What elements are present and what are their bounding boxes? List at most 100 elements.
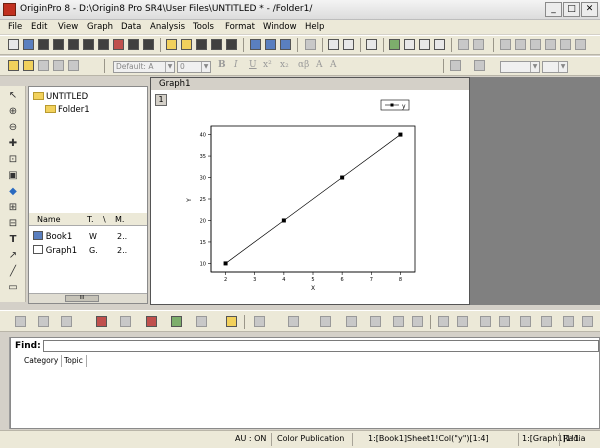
tree-root-folder[interactable]: UNTITLED <box>33 92 88 102</box>
code-builder-icon[interactable] <box>434 39 445 50</box>
line-color-icon[interactable] <box>474 60 485 71</box>
line-plot-icon[interactable] <box>15 316 26 327</box>
menu-format[interactable]: Format <box>225 22 255 32</box>
greek-button[interactable]: αβ <box>298 60 309 70</box>
legend[interactable]: y <box>380 99 410 111</box>
new-excel-icon[interactable] <box>38 39 49 50</box>
draw-data-icon[interactable]: ◆ <box>7 186 19 198</box>
increase-font-button[interactable]: A <box>316 60 323 70</box>
chart-canvas[interactable]: 2 3 4 5 6 7 8 10 15 20 25 30 35 40 X Y y <box>151 90 469 304</box>
group-icon[interactable] <box>68 60 79 71</box>
merge-icon[interactable] <box>288 316 299 327</box>
new-graph-icon[interactable] <box>53 39 64 50</box>
align-left-icon[interactable] <box>438 316 449 327</box>
tree-child-folder[interactable]: Folder1 <box>45 105 90 115</box>
layer-mgmt-icon[interactable] <box>320 316 331 327</box>
project-explorer-icon[interactable] <box>389 39 400 50</box>
menu-view[interactable]: View <box>58 22 78 32</box>
arrow-tool-icon[interactable]: ↗ <box>7 250 19 262</box>
3d-plot-icon[interactable] <box>196 316 207 327</box>
list-item[interactable]: Graph1 <box>33 245 77 256</box>
new-notes-icon[interactable] <box>113 39 124 50</box>
new-workbook-icon[interactable] <box>23 39 34 50</box>
fill-color-icon[interactable] <box>450 60 461 71</box>
duplicate-icon[interactable] <box>343 39 354 50</box>
align-right-icon[interactable] <box>457 316 468 327</box>
save-template-icon[interactable] <box>226 39 237 50</box>
region-mask-icon[interactable]: ⊟ <box>7 218 19 230</box>
pencil-icon[interactable] <box>8 60 19 71</box>
bold-button[interactable]: B <box>218 60 226 70</box>
save-window-icon[interactable] <box>211 39 222 50</box>
minimize-button[interactable]: _ <box>545 2 562 17</box>
extract-icon[interactable] <box>393 316 404 327</box>
column-plot-icon[interactable] <box>96 316 107 327</box>
align-vcenter-icon[interactable] <box>520 316 531 327</box>
menu-data[interactable]: Data <box>121 22 141 32</box>
save-project-icon[interactable] <box>196 39 207 50</box>
superscript-button[interactable]: x² <box>263 60 272 70</box>
new-layout-icon[interactable] <box>98 39 109 50</box>
uniform-width-icon[interactable] <box>563 316 574 327</box>
rescale-icon[interactable] <box>545 39 556 50</box>
font-name-select[interactable]: Default: A ▼ <box>113 61 175 73</box>
multi-panel-icon[interactable] <box>120 316 131 327</box>
notes-window-icon[interactable] <box>473 39 484 50</box>
horizontal-scrollbar[interactable]: III <box>29 293 147 303</box>
menu-file[interactable]: File <box>8 22 22 32</box>
column-header-view[interactable]: \ <box>103 215 106 224</box>
series-line[interactable] <box>225 134 401 264</box>
import-multiple-icon[interactable] <box>265 39 276 50</box>
new-legend-icon[interactable] <box>560 39 571 50</box>
open-template-icon[interactable] <box>181 39 192 50</box>
whole-page-icon[interactable] <box>530 39 541 50</box>
scroll-thumb[interactable]: III <box>65 295 99 302</box>
column-header-modified[interactable]: M. <box>115 215 124 224</box>
line-width-select[interactable]: ▼ <box>542 61 568 73</box>
refresh-icon[interactable] <box>328 39 339 50</box>
maximize-button[interactable]: □ <box>563 2 580 17</box>
data-point[interactable] <box>281 218 286 223</box>
bring-front-icon[interactable] <box>38 60 49 71</box>
column-header-name[interactable]: Name <box>37 215 61 224</box>
area-plot-icon[interactable] <box>171 316 182 327</box>
results-log-icon[interactable] <box>404 39 415 50</box>
menu-help[interactable]: Help <box>305 22 324 32</box>
menu-window[interactable]: Window <box>263 22 297 32</box>
pointer-icon[interactable]: ↖ <box>7 90 19 102</box>
screen-reader-icon[interactable]: ✚ <box>7 138 19 150</box>
close-button[interactable]: ✕ <box>581 2 598 17</box>
font-size-select[interactable]: 0 ▼ <box>177 61 211 73</box>
send-back-icon[interactable] <box>53 60 64 71</box>
menu-graph[interactable]: Graph <box>87 22 113 32</box>
mask-icon[interactable]: ⊞ <box>7 202 19 214</box>
underline-button[interactable]: U <box>249 60 257 70</box>
script-window-icon[interactable] <box>419 39 430 50</box>
menu-tools[interactable]: Tools <box>193 22 214 32</box>
italic-button[interactable]: I <box>234 60 238 70</box>
template-library-icon[interactable] <box>226 316 237 327</box>
line-symbol-plot-icon[interactable] <box>61 316 72 327</box>
import-wizard-icon[interactable] <box>280 39 291 50</box>
tab-topic[interactable]: Topic <box>61 355 87 367</box>
add-new-column-icon[interactable] <box>366 39 377 50</box>
layout-icon[interactable] <box>254 316 265 327</box>
zoom-out-tool-icon[interactable]: ⊖ <box>7 122 19 134</box>
open-icon[interactable] <box>166 39 177 50</box>
zoom-in-icon[interactable]: ⊕ <box>7 106 19 118</box>
command-window-icon[interactable] <box>458 39 469 50</box>
align-top-icon[interactable] <box>480 316 491 327</box>
align-bottom-icon[interactable] <box>499 316 510 327</box>
uniform-height-icon[interactable] <box>582 316 593 327</box>
zoom-icon[interactable] <box>500 39 511 50</box>
line-style-select[interactable]: ▼ <box>500 61 540 73</box>
new-function-icon[interactable] <box>83 39 94 50</box>
data-reader-icon[interactable]: ⊡ <box>7 154 19 166</box>
tab-category[interactable]: Category <box>21 355 63 367</box>
scatter-plot-icon[interactable] <box>38 316 49 327</box>
rectangle-tool-icon[interactable]: ▭ <box>7 282 19 294</box>
data-selector-icon[interactable]: ▣ <box>7 170 19 182</box>
print-icon[interactable] <box>305 39 316 50</box>
list-item[interactable]: Book1 <box>33 231 72 242</box>
arrange-icon[interactable] <box>370 316 381 327</box>
